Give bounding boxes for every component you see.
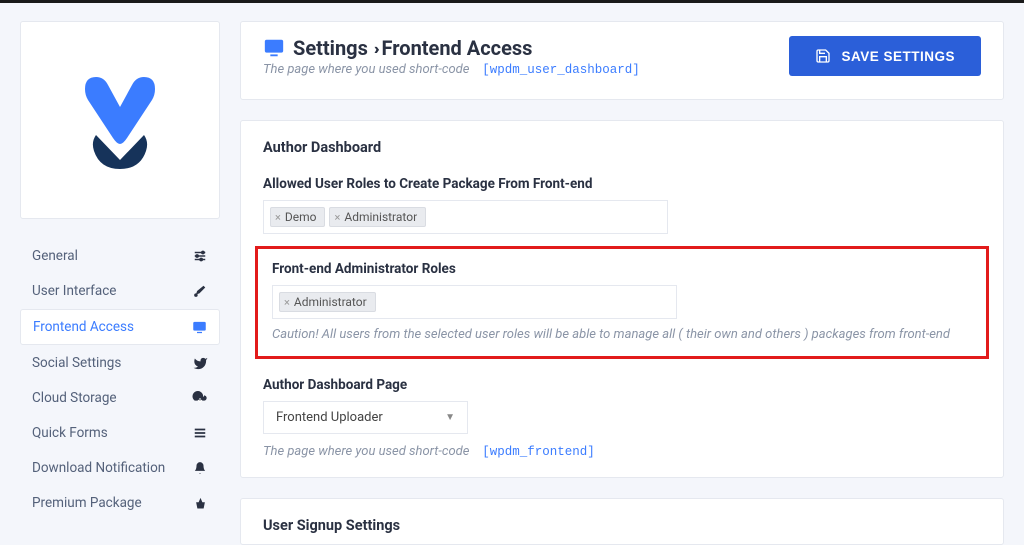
logo [70, 65, 170, 175]
sidebar-item-premium-package[interactable]: Premium Package [20, 486, 220, 520]
admin-roles-label: Front-end Administrator Roles [272, 261, 972, 277]
sidebar-item-label: User Interface [32, 283, 116, 299]
section-title: User Signup Settings [263, 517, 981, 534]
header-hint: The page where you used short-code [wpdm… [263, 62, 640, 77]
author-page-label: Author Dashboard Page [263, 377, 981, 393]
sidebar-item-general[interactable]: General [20, 239, 220, 273]
sliders-icon [192, 248, 208, 264]
remove-tag-icon[interactable]: × [334, 211, 340, 224]
sidebar-item-label: Download Notification [32, 460, 165, 476]
sidebar-item-user-interface[interactable]: User Interface [20, 274, 220, 308]
sidebar-item-label: General [32, 248, 78, 264]
sidebar-item-label: Cloud Storage [32, 390, 117, 406]
role-tag: × Administrator [329, 207, 426, 227]
sidebar-item-label: Social Settings [32, 355, 121, 371]
sidebar-item-cloud-storage[interactable]: Cloud Storage [20, 381, 220, 415]
admin-roles-input[interactable]: × Administrator [272, 285, 677, 319]
main-content: Settings ›› Frontend Access The page whe… [240, 21, 1004, 515]
sidebar-item-label: Frontend Access [33, 319, 134, 335]
page-hint: The page where you used short-code [wpdm… [263, 444, 981, 459]
page-title-row: Settings ›› Frontend Access [263, 36, 640, 60]
user-signup-card: User Signup Settings [240, 498, 1004, 545]
sidebar-item-download-notification[interactable]: Download Notification [20, 451, 220, 485]
save-icon [815, 48, 831, 64]
role-tag: × Demo [270, 207, 325, 227]
cloud-icon [192, 390, 208, 406]
bell-icon [192, 460, 208, 476]
chevron-down-icon: ▼ [445, 412, 455, 423]
sidebar: General User Interface Frontend Access S… [20, 21, 220, 515]
header-card: Settings ›› Frontend Access The page whe… [240, 21, 1004, 100]
remove-tag-icon[interactable]: × [275, 211, 281, 224]
save-settings-button[interactable]: SAVE SETTINGS [789, 36, 981, 76]
sidebar-item-label: Quick Forms [32, 425, 108, 441]
shortcode: [wpdm_user_dashboard] [482, 63, 640, 77]
sidebar-item-frontend-access[interactable]: Frontend Access [20, 309, 220, 345]
twitter-icon [192, 355, 208, 371]
remove-tag-icon[interactable]: × [284, 296, 290, 309]
nav-list: General User Interface Frontend Access S… [20, 239, 220, 520]
monitor-icon [263, 37, 285, 59]
author-page-select[interactable]: Frontend Uploader ▼ [263, 401, 468, 434]
author-dashboard-card: Author Dashboard Allowed User Roles to C… [240, 120, 1004, 478]
list-icon [192, 425, 208, 441]
sidebar-item-social-settings[interactable]: Social Settings [20, 346, 220, 380]
sidebar-item-label: Premium Package [32, 495, 142, 511]
monitor-icon [191, 319, 207, 335]
allowed-roles-input[interactable]: × Demo × Administrator [263, 200, 668, 234]
logo-card [20, 21, 220, 219]
sidebar-item-quick-forms[interactable]: Quick Forms [20, 416, 220, 450]
section-title: Author Dashboard [263, 139, 981, 156]
role-tag: × Administrator [279, 292, 376, 312]
shortcode: [wpdm_frontend] [482, 445, 595, 459]
admin-roles-highlight: Front-end Administrator Roles × Administ… [255, 246, 989, 359]
caution-text: Caution! All users from the selected use… [272, 327, 972, 342]
page-title: Settings ›› Frontend Access [293, 36, 532, 60]
paint-icon [192, 283, 208, 299]
basket-icon [192, 495, 208, 511]
allowed-roles-label: Allowed User Roles to Create Package Fro… [263, 176, 981, 192]
chevrons-icon: ›› [374, 39, 376, 58]
